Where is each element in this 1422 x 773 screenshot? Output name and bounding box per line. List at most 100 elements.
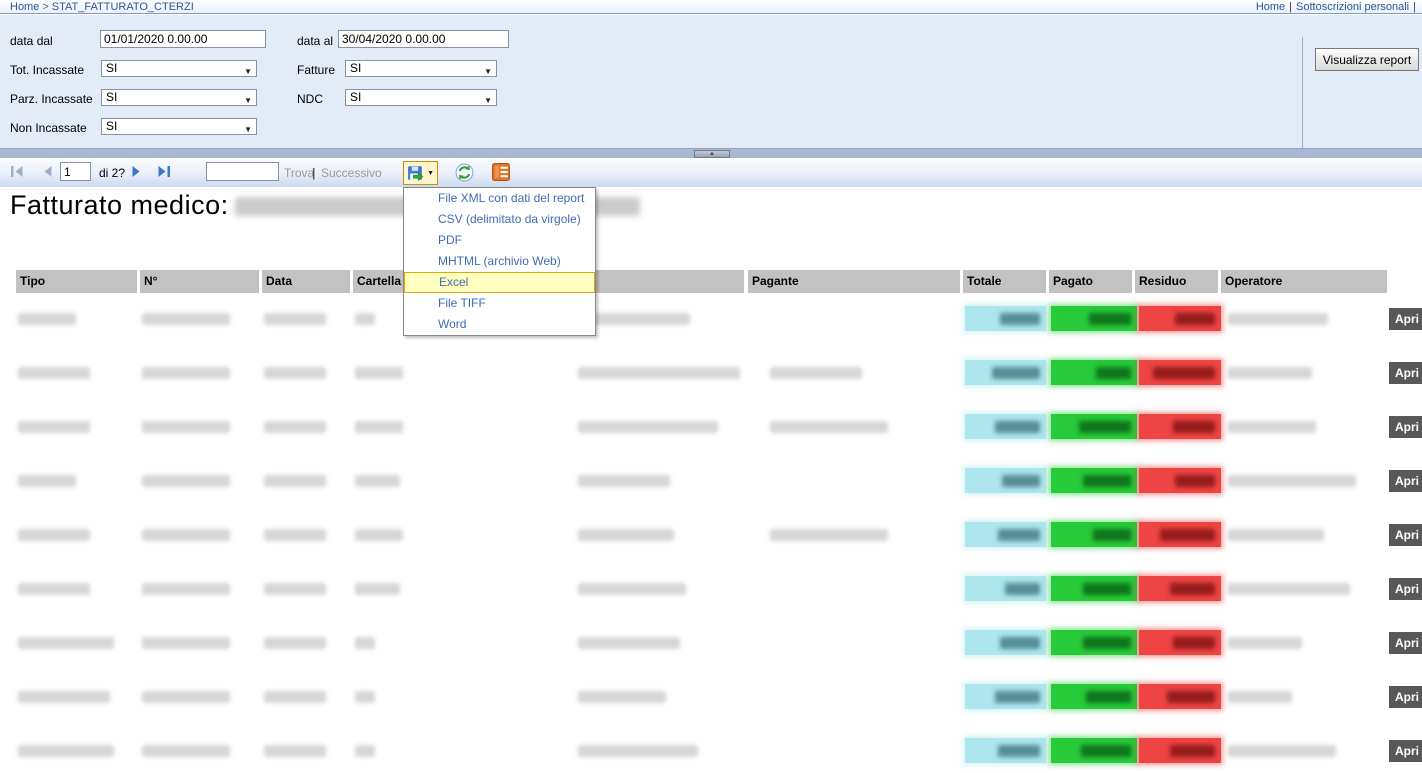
column-header-totale: Totale (963, 270, 1046, 293)
cell-pagato (1051, 522, 1137, 547)
cell-tipo-redacted (18, 745, 114, 757)
cell-cartella-redacted (355, 583, 400, 595)
column-header-tipo: Tipo (16, 270, 137, 293)
search-input[interactable] (206, 162, 279, 181)
cell-residuo (1139, 576, 1221, 601)
report-toolbar: di 2? Trova | Successivo ▼ (0, 158, 1422, 187)
cell-residuo-value-redacted (1160, 529, 1215, 541)
collapse-handle[interactable]: ▲ (694, 150, 730, 158)
cell-pagante-redacted (770, 529, 888, 541)
last-page-icon (157, 165, 171, 178)
visualizza-report-button[interactable]: Visualizza report (1315, 48, 1419, 71)
cell-n-redacted (142, 475, 230, 487)
apri-button[interactable]: Apri F (1389, 686, 1422, 708)
breadcrumb-separator: > (39, 1, 51, 13)
first-page-button[interactable] (10, 165, 24, 178)
last-page-button[interactable] (157, 165, 171, 178)
tot-incassate-select[interactable]: SI ▼ (101, 60, 257, 77)
top-links-separator-1: | (1285, 1, 1296, 13)
cell-residuo-value-redacted (1173, 637, 1215, 649)
cell-residuo (1139, 630, 1221, 655)
cell-pagato (1051, 360, 1137, 385)
apri-button[interactable]: Apri F (1389, 740, 1422, 762)
export-menu-item-csv[interactable]: CSV (delimitato da virgole) (404, 209, 595, 230)
export-format-menu: File XML con dati del reportCSV (delimit… (403, 187, 596, 336)
apri-button[interactable]: Apri F (1389, 308, 1422, 330)
home-link[interactable]: Home (1256, 1, 1285, 13)
cell-pagato (1051, 738, 1137, 763)
export-menu-item-file[interactable]: File TIFF (404, 293, 595, 314)
panel-splitter: ▲ (0, 148, 1422, 158)
ndc-select[interactable]: SI ▼ (345, 89, 497, 106)
export-menu-item-mhtml[interactable]: MHTML (archivio Web) (404, 251, 595, 272)
export-menu-item-pdf[interactable]: PDF (404, 230, 595, 251)
column-header-pagato: Pagato (1049, 270, 1132, 293)
apri-button[interactable]: Apri F (1389, 362, 1422, 384)
cell-n-redacted (142, 583, 230, 595)
data-al-input[interactable] (338, 30, 509, 48)
cell-cliente-redacted (578, 745, 698, 757)
previous-page-icon (41, 165, 53, 178)
apri-button[interactable]: Apri F (1389, 470, 1422, 492)
refresh-button[interactable] (455, 163, 474, 182)
parameters-panel: data dal data al Tot. Incassate SI ▼ Fat… (0, 15, 1422, 148)
tot-incassate-value: SI (106, 61, 117, 75)
cell-residuo-value-redacted (1167, 691, 1215, 703)
data-dal-input[interactable] (100, 30, 266, 48)
subscriptions-link[interactable]: Sottoscrizioni personali (1296, 1, 1409, 13)
cell-residuo (1139, 522, 1221, 547)
cell-data-redacted (264, 745, 326, 757)
cell-cliente-redacted (578, 691, 666, 703)
first-page-icon (10, 165, 24, 178)
fatture-select[interactable]: SI ▼ (345, 60, 497, 77)
panel-divider (1302, 37, 1303, 155)
page-number-input[interactable] (60, 162, 91, 181)
cell-pagato (1051, 468, 1137, 493)
export-menu-item-file[interactable]: File XML con dati del report (404, 188, 595, 209)
breadcrumb-home-link[interactable]: Home (10, 1, 39, 13)
cell-cartella-redacted (355, 637, 375, 649)
apri-button[interactable]: Apri F (1389, 578, 1422, 600)
cell-operatore-redacted (1228, 745, 1336, 757)
cell-pagato (1051, 414, 1137, 439)
report-title: Fatturato medico: (10, 190, 229, 221)
cell-operatore-redacted (1228, 313, 1328, 325)
cell-data-redacted (264, 637, 326, 649)
cell-tipo-redacted (18, 367, 90, 379)
cell-pagato (1051, 576, 1137, 601)
export-menu-item-excel[interactable]: Excel (404, 272, 595, 293)
export-button[interactable]: ▼ (403, 161, 438, 185)
non-incassate-value: SI (106, 119, 117, 133)
find-next-button[interactable]: Successivo (321, 166, 382, 180)
export-menu-item-word[interactable]: Word (404, 314, 595, 335)
cell-data-redacted (264, 421, 326, 433)
cell-operatore-redacted (1228, 367, 1312, 379)
cell-totale-value-redacted (1002, 475, 1040, 487)
cell-data-redacted (264, 691, 326, 703)
apri-button[interactable]: Apri F (1389, 416, 1422, 438)
non-incassate-select[interactable]: SI ▼ (101, 118, 257, 135)
apri-button[interactable]: Apri F (1389, 632, 1422, 654)
cell-tipo-redacted (18, 637, 114, 649)
cell-totale-value-redacted (992, 367, 1040, 379)
next-page-button[interactable] (131, 165, 143, 178)
cell-tipo-redacted (18, 421, 90, 433)
cell-totale-value-redacted (998, 529, 1040, 541)
parz-incassate-value: SI (106, 90, 117, 104)
cell-residuo-value-redacted (1170, 583, 1215, 595)
cell-totale-value-redacted (1005, 583, 1040, 595)
tot-incassate-label: Tot. Incassate (10, 63, 84, 77)
cell-totale-value-redacted (1000, 313, 1040, 325)
apri-button[interactable]: Apri F (1389, 524, 1422, 546)
parz-incassate-select[interactable]: SI ▼ (101, 89, 257, 106)
previous-page-button[interactable] (41, 165, 53, 178)
cell-operatore-redacted (1228, 583, 1350, 595)
cell-totale-value-redacted (1000, 637, 1040, 649)
find-button[interactable]: Trova (284, 166, 314, 180)
cell-cartella-redacted (355, 313, 375, 325)
cell-pagato-value-redacted (1083, 475, 1131, 487)
data-feed-button[interactable] (492, 163, 510, 181)
parz-incassate-label: Parz. Incassate (10, 92, 93, 106)
data-dal-label: data dal (10, 34, 53, 48)
top-bar: Home>STAT_FATTURATO_CTERZI Home|Sottoscr… (0, 0, 1422, 14)
